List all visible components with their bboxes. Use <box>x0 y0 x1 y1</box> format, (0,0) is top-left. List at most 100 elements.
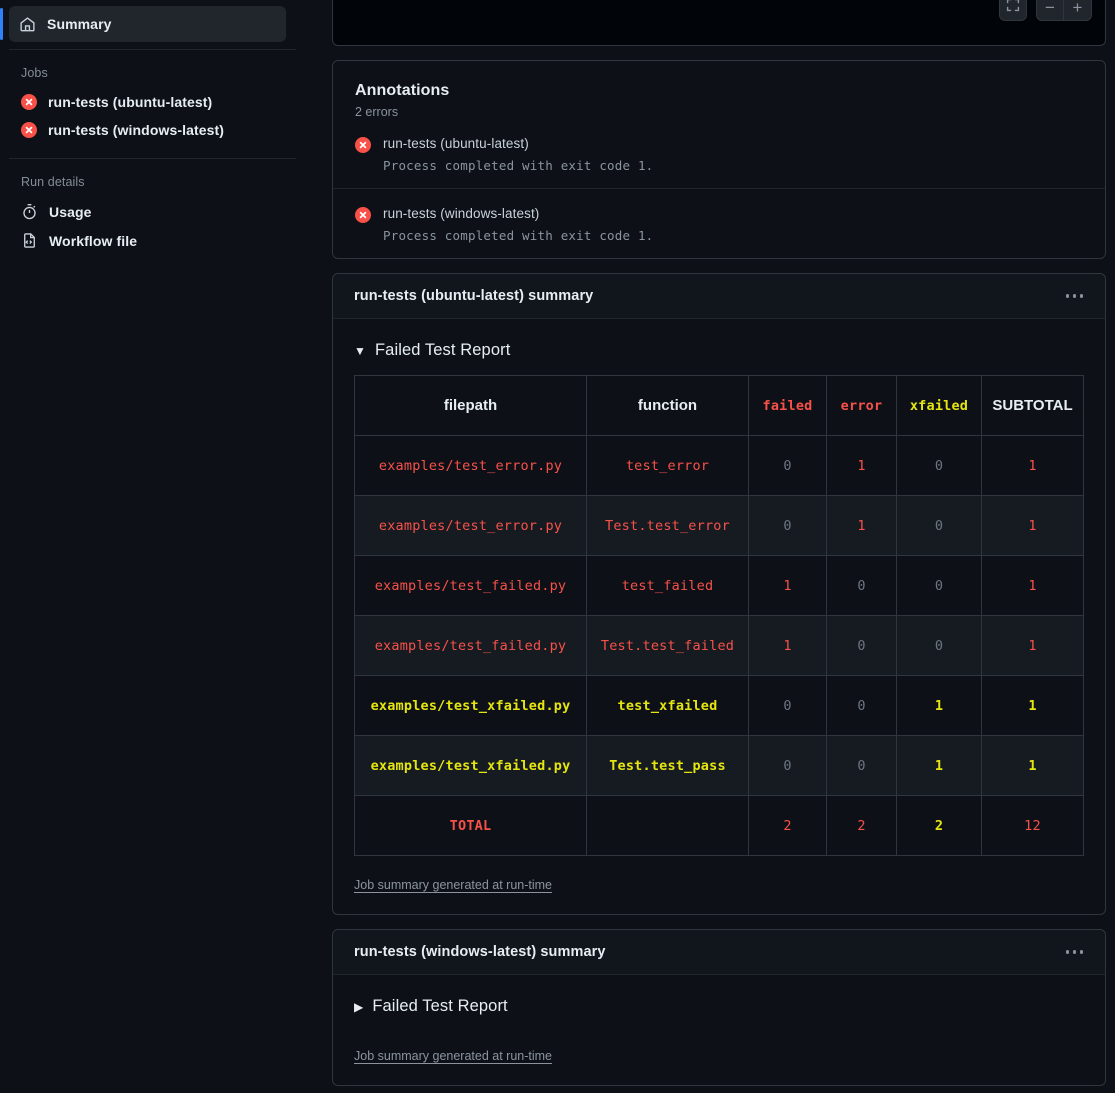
job-summary-header-windows: run-tests (windows-latest) summary <box>333 930 1105 975</box>
zoom-in-button[interactable]: + <box>1064 0 1091 20</box>
more-options-icon[interactable] <box>1062 944 1088 960</box>
cell-subtotal: 1 <box>981 675 1084 736</box>
annotations-title: Annotations <box>355 82 450 99</box>
table-total-row: TOTAL 2 2 2 12 <box>354 795 1084 856</box>
job-summary-title: run-tests (windows-latest) summary <box>354 944 606 960</box>
x-circle-fill-icon <box>21 122 37 138</box>
cell-filepath: examples/test_xfailed.py <box>354 675 587 736</box>
job-summary-footer-link[interactable]: Job summary generated at run-time <box>354 1049 552 1063</box>
cell-function: Test.test_error <box>586 495 749 556</box>
cell-failed: 1 <box>748 615 827 676</box>
workflow-run-summary-page: Summary Jobs run-tests (ubuntu-latest) r… <box>0 0 1115 1093</box>
sidebar-item-summary-label: Summary <box>47 16 112 32</box>
cell-filepath: examples/test_failed.py <box>354 615 587 676</box>
cell-filepath: examples/test_xfailed.py <box>354 735 587 796</box>
cell-error: 0 <box>826 735 897 796</box>
failed-test-report-label: Failed Test Report <box>374 341 511 359</box>
table-row: examples/test_error.py Test.test_error 0… <box>354 495 1084 556</box>
cell-error: 1 <box>826 495 897 556</box>
cell-failed: 0 <box>748 495 827 556</box>
sidebar-item-summary[interactable]: Summary <box>9 6 286 42</box>
annotation-job-name: run-tests (ubuntu-latest) <box>383 136 529 151</box>
x-circle-fill-icon <box>355 137 371 153</box>
active-indicator-bar <box>0 8 3 40</box>
chevron-down-icon: ▼ <box>354 343 366 358</box>
table-row: examples/test_error.py test_error 0 1 0 … <box>354 435 1084 496</box>
column-header-xfailed: xfailed <box>896 375 982 436</box>
x-circle-fill-icon <box>355 207 371 223</box>
annotations-card: Annotations 2 errors run-tests (ubuntu-l… <box>332 60 1106 259</box>
viewer-controls: − + <box>999 0 1092 21</box>
sidebar-item-job-windows[interactable]: run-tests (windows-latest) <box>0 116 296 144</box>
sidebar-group-jobs-title: Jobs <box>21 66 48 80</box>
cell-total-failed: 2 <box>748 795 827 856</box>
fullscreen-icon <box>1006 0 1020 17</box>
column-header-failed: failed <box>748 375 827 436</box>
cell-error: 0 <box>826 675 897 736</box>
annotation-item[interactable]: run-tests (ubuntu-latest) Process comple… <box>333 119 1105 188</box>
column-header-filepath: filepath <box>354 375 587 436</box>
cell-total-error: 2 <box>826 795 897 856</box>
x-circle-fill-icon <box>21 94 37 110</box>
sidebar: Summary Jobs run-tests (ubuntu-latest) r… <box>0 0 310 1093</box>
annotation-item[interactable]: run-tests (windows-latest) Process compl… <box>333 188 1105 258</box>
cell-xfailed: 0 <box>896 435 982 496</box>
sidebar-item-workflow-file[interactable]: Workflow file <box>0 226 296 255</box>
cell-subtotal: 1 <box>981 495 1084 556</box>
job-summary-footer-link[interactable]: Job summary generated at run-time <box>354 878 552 892</box>
column-header-error: error <box>826 375 897 436</box>
annotations-header: Annotations 2 errors <box>333 61 1105 119</box>
cell-total-subtotal: 12 <box>981 795 1084 856</box>
sidebar-item-job-ubuntu[interactable]: run-tests (ubuntu-latest) <box>0 88 296 116</box>
sidebar-item-usage[interactable]: Usage <box>0 197 296 226</box>
job-summary-header-ubuntu: run-tests (ubuntu-latest) summary <box>333 274 1105 319</box>
table-row: examples/test_xfailed.py Test.test_pass … <box>354 735 1084 796</box>
sidebar-item-summary-wrapper: Summary <box>0 6 296 42</box>
zoom-out-button[interactable]: − <box>1037 0 1064 20</box>
table-row: examples/test_failed.py test_failed 1 0 … <box>354 555 1084 616</box>
cell-subtotal: 1 <box>981 735 1084 796</box>
cell-xfailed: 0 <box>896 555 982 616</box>
cell-total-function <box>586 795 749 856</box>
failed-test-report-toggle[interactable]: ▶ Failed Test Report <box>354 997 1084 1016</box>
fullscreen-button[interactable] <box>999 0 1027 21</box>
cell-total-xfailed: 2 <box>896 795 982 856</box>
job-summary-card-ubuntu: run-tests (ubuntu-latest) summary ▼ Fail… <box>332 273 1106 915</box>
table-row: examples/test_failed.py Test.test_failed… <box>354 615 1084 676</box>
job-summary-card-windows: run-tests (windows-latest) summary ▶ Fai… <box>332 929 1106 1086</box>
cell-function: Test.test_failed <box>586 615 749 676</box>
cell-filepath: examples/test_error.py <box>354 435 587 496</box>
annotation-job-name: run-tests (windows-latest) <box>383 206 540 221</box>
file-code-icon <box>21 232 38 249</box>
cell-failed: 1 <box>748 555 827 616</box>
cell-failed: 0 <box>748 735 827 796</box>
failed-test-report-toggle[interactable]: ▼ Failed Test Report <box>354 341 1084 360</box>
cell-error: 1 <box>826 435 897 496</box>
annotation-message: Process completed with exit code 1. <box>383 158 654 173</box>
more-options-icon[interactable] <box>1062 288 1088 304</box>
job-summary-body-windows: ▶ Failed Test Report Job summary generat… <box>333 975 1105 1085</box>
sidebar-item-job-ubuntu-label: run-tests (ubuntu-latest) <box>48 94 213 110</box>
failed-test-report-label: Failed Test Report <box>372 997 508 1015</box>
cell-xfailed: 1 <box>896 675 982 736</box>
main-content: − + Annotations 2 errors run-tests (ubun… <box>310 0 1115 1093</box>
cell-subtotal: 1 <box>981 615 1084 676</box>
cell-filepath: examples/test_failed.py <box>354 555 587 616</box>
sidebar-item-job-windows-label: run-tests (windows-latest) <box>48 122 225 138</box>
cell-filepath: examples/test_error.py <box>354 495 587 556</box>
cell-function: test_xfailed <box>586 675 749 736</box>
sidebar-item-usage-label: Usage <box>49 203 92 220</box>
cell-subtotal: 1 <box>981 555 1084 616</box>
cell-xfailed: 0 <box>896 495 982 556</box>
home-icon <box>19 16 36 33</box>
cell-function: test_failed <box>586 555 749 616</box>
table-row: examples/test_xfailed.py test_xfailed 0 … <box>354 675 1084 736</box>
table-header-row: filepath function failed error xfailed S… <box>354 375 1084 436</box>
column-header-subtotal: SUBTOTAL <box>981 375 1084 436</box>
cell-error: 0 <box>826 615 897 676</box>
cell-xfailed: 1 <box>896 735 982 796</box>
cell-function: test_error <box>586 435 749 496</box>
chevron-right-icon: ▶ <box>354 999 364 1014</box>
log-viewer-panel: − + <box>332 0 1106 46</box>
annotation-message: Process completed with exit code 1. <box>383 228 654 243</box>
